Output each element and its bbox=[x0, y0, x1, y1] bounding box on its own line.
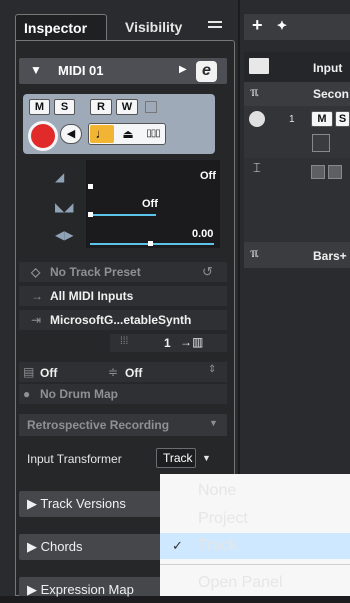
pan-value[interactable]: Off bbox=[142, 198, 158, 210]
ruler-icon: ℼ bbox=[250, 85, 259, 99]
section-label: Chords bbox=[40, 539, 83, 554]
drum-map-icon: ● bbox=[23, 387, 31, 401]
solo-button-mini[interactable]: S bbox=[335, 111, 350, 127]
ruler-icon: ℼ bbox=[250, 246, 259, 260]
retrospective-recording[interactable]: Retrospective Recording bbox=[27, 418, 169, 432]
open-instrument-icon[interactable]: →▥ bbox=[180, 335, 203, 349]
dropdown-arrow-icon[interactable]: ▼ bbox=[202, 453, 211, 463]
midi-output[interactable]: MicrosoftG...etableSynth bbox=[50, 313, 191, 327]
volume-icon: ◢ bbox=[55, 170, 65, 184]
preset-icon: ◇ bbox=[31, 265, 41, 279]
checkbox[interactable] bbox=[312, 134, 330, 152]
program-icon: ≑ bbox=[108, 365, 119, 379]
tab-visibility[interactable]: Visibility bbox=[115, 14, 195, 40]
input-transformer-label: Input Transformer bbox=[27, 452, 122, 466]
mute-button-mini[interactable]: M bbox=[311, 111, 333, 127]
marker-add-icon[interactable] bbox=[311, 165, 325, 179]
menu-item-open-panel[interactable]: Open Panel bbox=[160, 570, 350, 596]
input-transformer-dropdown[interactable]: Track bbox=[156, 448, 196, 468]
track-presets-icon[interactable]: ⯌ bbox=[277, 17, 287, 33]
bank-icon: ▤ bbox=[23, 365, 35, 379]
edit-instrument-button[interactable]: e bbox=[196, 61, 217, 82]
pan-fader-handle[interactable] bbox=[88, 212, 93, 217]
delay-value[interactable]: 0.00 bbox=[192, 228, 213, 240]
track-preset[interactable]: No Track Preset bbox=[50, 265, 141, 279]
section-label: Track Versions bbox=[40, 496, 126, 511]
input-icon: → bbox=[31, 289, 43, 303]
check-icon: ✓ bbox=[172, 538, 183, 553]
add-track-icon[interactable]: + bbox=[252, 15, 263, 36]
automation-grid-icon[interactable] bbox=[145, 101, 157, 113]
tab-inspector[interactable]: Inspector bbox=[15, 14, 107, 40]
program-value[interactable]: Off bbox=[125, 366, 142, 380]
drum-map[interactable]: No Drum Map bbox=[40, 387, 118, 401]
musical-timebase-icon[interactable]: ♩ bbox=[90, 125, 114, 143]
track-name[interactable]: MIDI 01 bbox=[58, 63, 104, 78]
lanes-icon[interactable]: ▯▯▯ bbox=[142, 125, 164, 143]
track-name-label[interactable]: Input bbox=[313, 61, 342, 75]
solo-button[interactable]: S bbox=[54, 99, 75, 115]
menu-item-track[interactable]: Track bbox=[160, 533, 350, 559]
track-number: 1 bbox=[289, 114, 295, 125]
record-enable-button[interactable] bbox=[28, 121, 58, 151]
track-name-label[interactable]: Secon bbox=[313, 87, 349, 101]
midi-icon bbox=[249, 111, 265, 127]
volume-fader-handle[interactable] bbox=[88, 184, 93, 189]
play-icon: ▶ bbox=[179, 64, 187, 75]
reset-icon[interactable]: ↺ bbox=[202, 264, 213, 280]
bank-value[interactable]: Off bbox=[40, 366, 57, 380]
marker-icon: ⌶ bbox=[253, 160, 261, 175]
menu-item-project[interactable]: Project bbox=[160, 506, 350, 532]
delay-icon: ◀▶ bbox=[55, 228, 74, 242]
midi-channel[interactable]: 1 bbox=[164, 336, 171, 350]
menu-divider bbox=[160, 564, 350, 565]
marker-options-icon[interactable] bbox=[328, 165, 342, 179]
channel-icon: ⁞⁞⁞ bbox=[120, 336, 129, 347]
section-label: Expression Map bbox=[40, 582, 134, 597]
track-name-label[interactable]: Bars+ bbox=[313, 249, 347, 263]
menu-icon[interactable] bbox=[208, 21, 222, 31]
collapse-arrow-icon[interactable]: ▼ bbox=[30, 63, 42, 77]
delay-fader-handle[interactable] bbox=[148, 241, 153, 246]
program-stepper-icon[interactable]: ⇕ bbox=[208, 364, 216, 375]
menu-item-none[interactable]: None bbox=[160, 478, 350, 504]
pan-bar bbox=[90, 214, 156, 216]
mute-button[interactable]: M bbox=[29, 99, 50, 115]
monitor-button[interactable]: ◀ bbox=[60, 124, 82, 144]
read-button[interactable]: R bbox=[90, 99, 112, 115]
folder-icon bbox=[249, 58, 269, 74]
pan-icon: ◣◢ bbox=[55, 200, 74, 214]
output-icon: ⇥ bbox=[31, 313, 42, 327]
write-button[interactable]: W bbox=[116, 99, 138, 115]
volume-value[interactable]: Off bbox=[200, 170, 216, 182]
linear-timebase-icon[interactable]: ⏏ bbox=[117, 125, 139, 143]
midi-input[interactable]: All MIDI Inputs bbox=[50, 289, 133, 303]
expand-icon[interactable]: ▼ bbox=[209, 418, 218, 428]
input-transformer-value: Track bbox=[163, 451, 193, 465]
